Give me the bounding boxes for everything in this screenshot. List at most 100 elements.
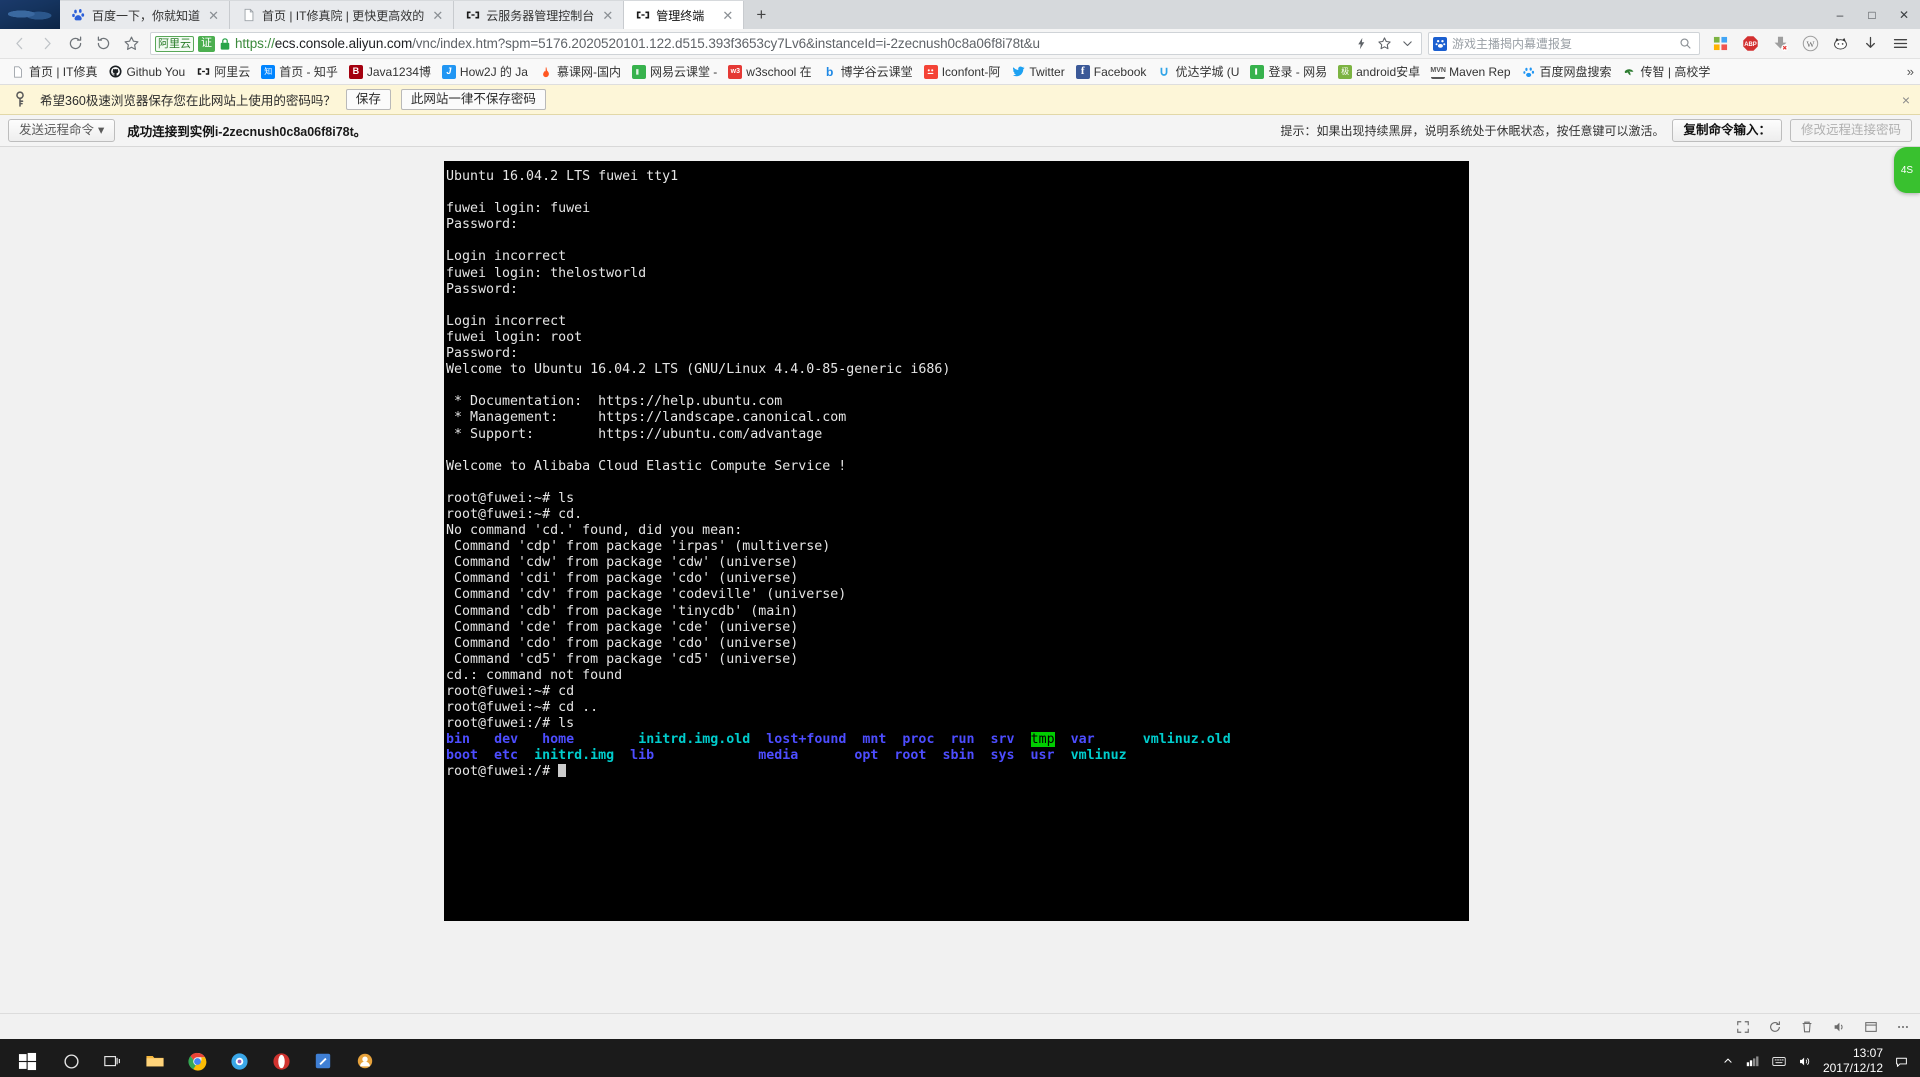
terminal-line: Command 'cdw' from package 'cdw' (univer… [445, 555, 1469, 571]
terminal-segment: root [894, 748, 927, 764]
window-icon[interactable] [1864, 1020, 1878, 1034]
cat-extension-icon[interactable] [1826, 31, 1854, 57]
bookmark-item-10[interactable]: Iconfont-阿 [919, 61, 1006, 83]
bookmark-item-7[interactable]: 网易云课堂 - [627, 61, 722, 83]
bookmark-label: Maven Rep [1449, 64, 1511, 79]
downloads-tray-icon[interactable] [1856, 31, 1884, 57]
bookmarks-overflow-button[interactable]: » [1907, 64, 1914, 79]
terminal-line: Password: [445, 282, 1469, 298]
bookmark-item-11[interactable]: Twitter [1006, 61, 1069, 83]
search-box[interactable]: 游戏主播揭内幕遭报复 [1428, 32, 1700, 55]
bookmark-item-13[interactable]: 优达学城 (U [1152, 61, 1244, 83]
windows-taskbar: 13:07 2017/12/12 [0, 1039, 1920, 1077]
search-icon[interactable] [1676, 34, 1695, 53]
new-tab-button[interactable]: + [744, 1, 778, 29]
bookmark-item-16[interactable]: MVN Maven Rep [1426, 61, 1515, 83]
terminal-segment [926, 748, 942, 763]
never-save-password-button[interactable]: 此网站一律不保存密码 [400, 89, 546, 110]
bookmark-label: 慕课网-国内 [556, 65, 621, 79]
search-input[interactable]: 游戏主播揭内幕遭报复 [1452, 35, 1671, 52]
close-icon[interactable]: × [1902, 92, 1910, 108]
clock-time: 13:07 [1852, 1046, 1883, 1060]
bookmark-item-2[interactable]: 阿里云 [191, 61, 255, 83]
task-view-icon[interactable] [92, 1039, 134, 1077]
taskbar-clock[interactable]: 13:07 2017/12/12 [1823, 1046, 1883, 1076]
expand-icon[interactable] [1736, 1020, 1750, 1034]
bookmark-item-0[interactable]: 首页 | IT修真 [6, 61, 102, 83]
bookmark-item-12[interactable]: f Facebook [1071, 61, 1152, 83]
bookmark-item-14[interactable]: 登录 - 网易 [1245, 61, 1332, 83]
bookmark-item-17[interactable]: 百度网盘搜索 [1517, 61, 1617, 83]
window-controls: – □ ✕ [1824, 0, 1920, 29]
terminal-segment: etc [494, 748, 519, 764]
minimize-button[interactable]: – [1824, 0, 1856, 29]
chevron-down-icon[interactable] [1398, 34, 1417, 53]
helper-badge[interactable]: 4S [1894, 147, 1920, 193]
browser-tab-0[interactable]: 百度一下，你就知道 ✕ [60, 1, 231, 29]
send-remote-command-button[interactable]: 发送远程命令 ▾ [8, 119, 116, 142]
terminal-segment: Command 'cdv' from package 'codeville' (… [446, 587, 847, 603]
input-method-icon[interactable] [1772, 1055, 1786, 1068]
terminal-segment: Command 'cdo' from package 'cdo' (univer… [446, 635, 799, 651]
opera-icon[interactable] [260, 1039, 302, 1077]
close-icon[interactable]: ✕ [720, 8, 735, 23]
chrome-icon[interactable] [176, 1039, 218, 1077]
trash-icon[interactable] [1800, 1020, 1814, 1034]
terminal-segment: root@fuwei:/# ls [446, 716, 575, 732]
file-explorer-icon[interactable] [134, 1039, 176, 1077]
bookmark-item-18[interactable]: 传智 | 高校学 [1618, 61, 1716, 83]
terminal-segment: Password: [446, 281, 519, 297]
cortana-icon[interactable] [50, 1039, 92, 1077]
undo-icon[interactable] [90, 31, 116, 57]
volume-icon[interactable] [1798, 1055, 1811, 1068]
star-outline-icon[interactable] [1375, 34, 1394, 53]
lightning-icon[interactable] [1352, 34, 1371, 53]
menu-icon[interactable] [1886, 31, 1914, 57]
download-icon[interactable] [1766, 31, 1794, 57]
bookmark-item-4[interactable]: B Java1234博 [344, 61, 436, 83]
bookmark-item-3[interactable]: 知首页 - 知乎 [256, 61, 343, 83]
terminal-line: Login incorrect [445, 249, 1469, 265]
notification-icon[interactable] [1895, 1055, 1908, 1068]
star-icon[interactable] [118, 31, 144, 57]
forward-arrow-icon[interactable] [34, 31, 60, 57]
browser-tab-3[interactable]: 管理终端 ✕ [624, 1, 745, 29]
close-icon[interactable]: ✕ [430, 8, 445, 23]
360-browser-icon[interactable] [218, 1039, 260, 1077]
apps-grid-icon[interactable] [1706, 31, 1734, 57]
wikipedia-icon[interactable]: W [1796, 31, 1824, 57]
close-icon[interactable]: ✕ [600, 8, 615, 23]
reload-icon[interactable] [62, 31, 88, 57]
bookmark-label: Github You [126, 64, 186, 79]
bookmark-item-5[interactable]: J How2J 的 Ja [437, 61, 533, 83]
bookmark-item-15[interactable]: 极 android安卓 [1333, 61, 1425, 83]
adblock-icon[interactable]: ABP [1736, 31, 1764, 57]
windows-start-icon[interactable] [4, 1039, 50, 1077]
browser-logo [0, 0, 60, 29]
address-bar[interactable]: 阿里云 证 https://ecs.console.aliyun.com/vnc… [150, 32, 1422, 55]
bookmark-item-8[interactable]: w3 w3school 在 [723, 61, 816, 83]
more-icon[interactable] [1896, 1020, 1910, 1034]
network-icon[interactable] [1746, 1055, 1760, 1068]
refresh-icon[interactable] [1768, 1020, 1782, 1034]
close-window-button[interactable]: ✕ [1888, 0, 1920, 29]
bookmark-item-9[interactable]: b 博学谷云课堂 [818, 61, 918, 83]
volume-icon[interactable] [1832, 1020, 1846, 1034]
maximize-button[interactable]: □ [1856, 0, 1888, 29]
editor-icon[interactable] [302, 1039, 344, 1077]
app-icon[interactable] [344, 1039, 386, 1077]
status-prefix: 成功连接到实例 [127, 125, 215, 139]
bookmark-item-1[interactable]: Github You [103, 61, 190, 83]
vnc-terminal-canvas[interactable]: Ubuntu 16.04.2 LTS fuwei tty1 fuwei logi… [444, 161, 1469, 921]
browser-tab-2[interactable]: 云服务器管理控制台 ✕ [454, 1, 625, 29]
back-arrow-icon[interactable] [6, 31, 32, 57]
terminal-segment [974, 748, 990, 763]
browser-tab-1[interactable]: 首页 | IT修真院 | 更快更高效的 ✕ [230, 1, 455, 29]
terminal-line: Login incorrect [445, 314, 1469, 330]
copy-command-input-button[interactable]: 复制命令输入： [1672, 119, 1782, 142]
save-password-button[interactable]: 保存 [345, 89, 391, 110]
close-icon[interactable]: ✕ [206, 8, 221, 23]
bookmark-item-6[interactable]: 慕课网-国内 [534, 61, 626, 83]
chevron-up-icon[interactable] [1722, 1055, 1734, 1067]
